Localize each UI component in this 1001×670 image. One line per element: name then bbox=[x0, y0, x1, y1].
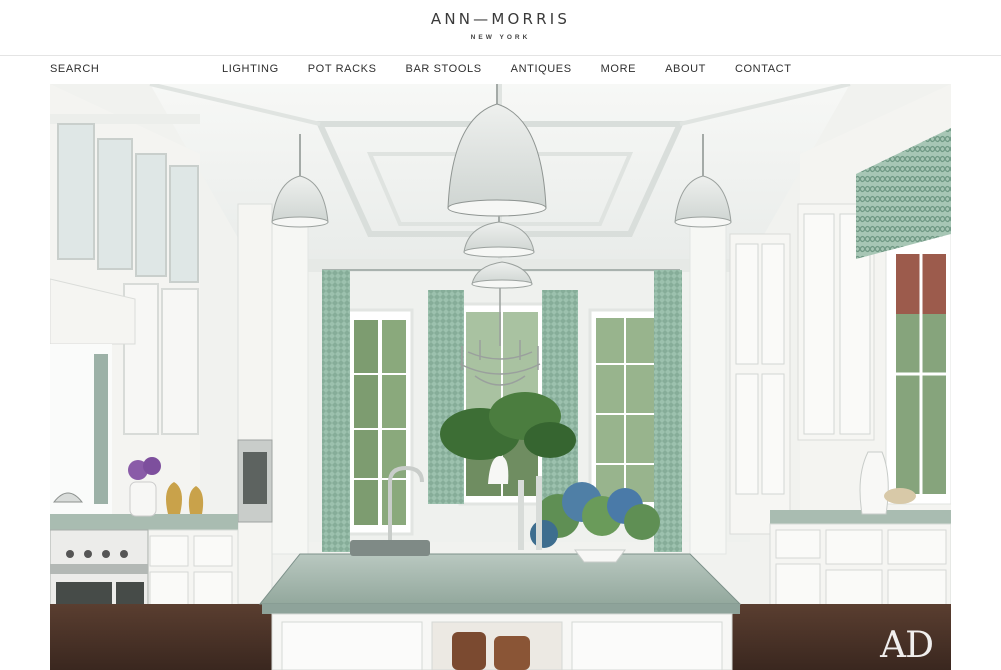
wall-oven-column bbox=[237, 203, 273, 605]
bay-window-right bbox=[588, 308, 662, 512]
nav-item-lighting[interactable]: LIGHTING bbox=[222, 63, 279, 75]
nav-item-pot-racks[interactable]: POT RACKS bbox=[308, 63, 377, 75]
nav-item-bar-stools[interactable]: BAR STOOLS bbox=[406, 63, 482, 75]
site-header: ANN—MORRIS NEW YORK bbox=[0, 0, 1001, 56]
hero-kitchen-image: AD bbox=[50, 84, 951, 670]
search-link[interactable]: SEARCH bbox=[50, 63, 99, 75]
kitchen-illustration bbox=[50, 84, 951, 670]
brand-location: NEW YORK bbox=[470, 34, 531, 41]
nav-links: LIGHTING POT RACKS BAR STOOLS ANTIQUES M… bbox=[222, 63, 792, 75]
bay-window-left bbox=[346, 308, 414, 536]
nav-item-more[interactable]: MORE bbox=[601, 63, 636, 75]
main-nav: SEARCH LIGHTING POT RACKS BAR STOOLS ANT… bbox=[0, 56, 1001, 84]
ad-watermark: AD bbox=[880, 625, 934, 666]
brand-logo[interactable]: ANN—MORRIS bbox=[0, 10, 1001, 28]
nav-item-antiques[interactable]: ANTIQUES bbox=[511, 63, 572, 75]
nav-item-about[interactable]: ABOUT bbox=[665, 63, 706, 75]
nav-item-contact[interactable]: CONTACT bbox=[735, 63, 792, 75]
